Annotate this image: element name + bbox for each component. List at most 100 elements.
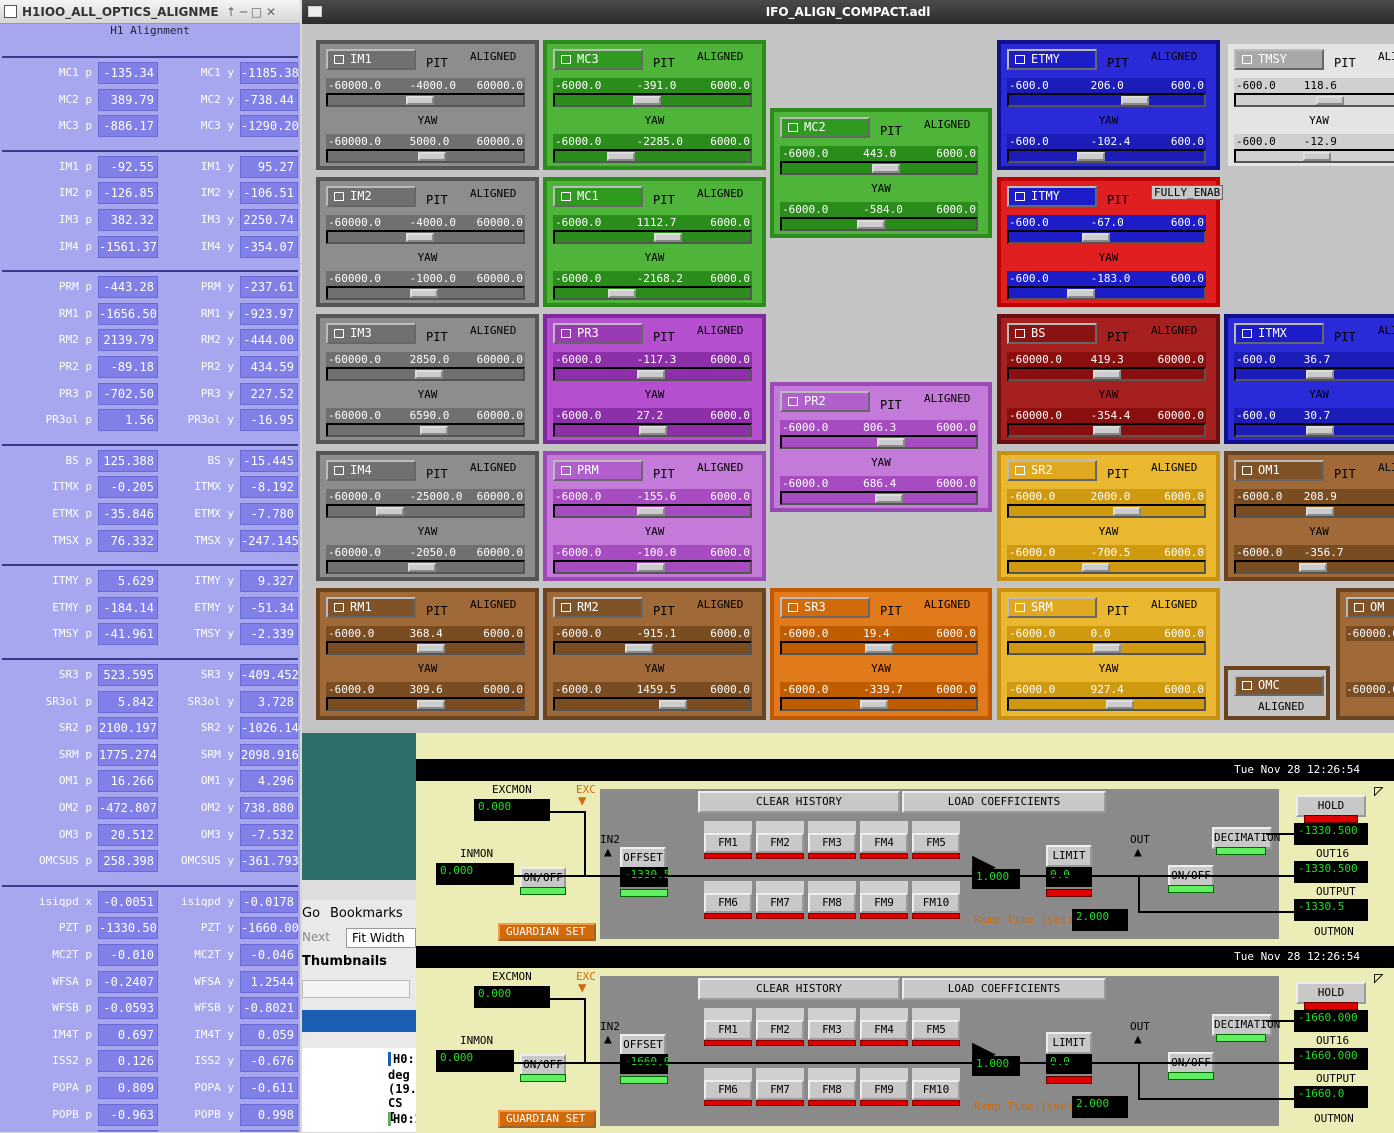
- filter-fm1[interactable]: FM1: [704, 821, 752, 859]
- pit-thumb[interactable]: [376, 507, 404, 516]
- filter-fm9[interactable]: FM9: [860, 881, 908, 919]
- yaw-track[interactable]: [780, 491, 978, 505]
- pit-track[interactable]: [553, 93, 752, 107]
- pit-slider[interactable]: -60000.0 -25000.0 60000.0: [326, 489, 525, 519]
- pit-slider[interactable]: -600.0 -67.0 600.0: [1007, 215, 1206, 245]
- pit-thumb[interactable]: [417, 644, 445, 653]
- pit-thumb[interactable]: [415, 370, 443, 379]
- pit-track[interactable]: [326, 93, 525, 107]
- pit-track[interactable]: [780, 435, 978, 449]
- yaw-slider[interactable]: -6000.0 -356.7: [1234, 545, 1394, 575]
- optic-button-im2[interactable]: IM2: [326, 186, 416, 207]
- yaw-track[interactable]: [326, 560, 525, 574]
- pdf-search-field[interactable]: [302, 980, 410, 998]
- pit-track[interactable]: [1234, 367, 1394, 381]
- yaw-slider[interactable]: -60000.0 6590.0 60000.0: [326, 408, 525, 438]
- fm-button[interactable]: FM9: [860, 893, 908, 913]
- yaw-thumb[interactable]: [1299, 563, 1327, 572]
- optic-button-sr3[interactable]: SR3: [780, 597, 870, 618]
- yaw-slider[interactable]: -600.0 -102.4 600.0: [1007, 134, 1206, 164]
- yaw-thumb[interactable]: [418, 152, 446, 161]
- alignment-window-titlebar[interactable]: H1IOO_ALL_OPTICS_ALIGNME ↑ ─ □ ✕: [0, 0, 300, 24]
- pit-slider[interactable]: -6000.0 -155.6 6000.0: [553, 489, 752, 519]
- offset-button[interactable]: OFFSET: [620, 847, 666, 869]
- window-controls-icon[interactable]: ↑ ─ □ ✕: [226, 0, 276, 23]
- yaw-slider[interactable]: -60000.0 -2050.0 60000.0: [326, 545, 525, 575]
- filter-fm2[interactable]: FM2: [756, 821, 804, 859]
- filter-fm1[interactable]: FM1: [704, 1008, 752, 1046]
- yaw-thumb[interactable]: [417, 700, 445, 709]
- zoom-select[interactable]: Fit Width: [346, 928, 416, 948]
- fm-button[interactable]: FM7: [756, 1080, 804, 1100]
- pit-thumb[interactable]: [1306, 370, 1334, 379]
- pit-track[interactable]: [1007, 504, 1206, 518]
- optic-button-omc[interactable]: OMC: [1234, 675, 1324, 696]
- filter-fm3[interactable]: FM3: [808, 1008, 856, 1046]
- pit-thumb[interactable]: [406, 233, 434, 242]
- optic-button-bs[interactable]: BS: [1007, 323, 1097, 344]
- filter-fm6[interactable]: FM6: [704, 881, 752, 919]
- pit-slider[interactable]: -60000.0 -4000.0 60000.0: [326, 78, 525, 108]
- yaw-thumb[interactable]: [420, 426, 448, 435]
- fm-button[interactable]: FM2: [756, 1020, 804, 1040]
- fm-button[interactable]: FM1: [704, 1020, 752, 1040]
- yaw-slider[interactable]: -600.0 30.7: [1234, 408, 1394, 438]
- pit-track[interactable]: [1007, 230, 1206, 244]
- yaw-slider[interactable]: -6000.0 27.2 6000.0: [553, 408, 752, 438]
- pit-thumb[interactable]: [1306, 507, 1334, 516]
- filter-fm5[interactable]: FM5: [912, 821, 960, 859]
- pit-thumb[interactable]: [1113, 507, 1141, 516]
- limit-button[interactable]: LIMIT: [1046, 845, 1092, 867]
- yaw-thumb[interactable]: [1093, 426, 1121, 435]
- pit-slider[interactable]: -6000.0 -391.0 6000.0: [553, 78, 752, 108]
- yaw-track[interactable]: [1234, 423, 1394, 437]
- window-menu-icon[interactable]: [308, 6, 322, 17]
- input-onoff-button[interactable]: ON/OFF: [520, 867, 566, 889]
- yaw-track[interactable]: [326, 697, 525, 711]
- fm-button[interactable]: FM2: [756, 833, 804, 853]
- yaw-slider[interactable]: -6000.0 -584.0 6000.0: [780, 202, 978, 232]
- pit-track[interactable]: [326, 641, 525, 655]
- yaw-thumb[interactable]: [1303, 152, 1331, 161]
- filter-fm9[interactable]: FM9: [860, 1068, 908, 1106]
- yaw-thumb[interactable]: [860, 700, 888, 709]
- ramp-time-value[interactable]: 2.000: [1072, 1096, 1128, 1118]
- yaw-track[interactable]: [780, 217, 978, 231]
- optic-button-srm[interactable]: SRM: [1007, 597, 1097, 618]
- yaw-track[interactable]: [326, 286, 525, 300]
- fm-button[interactable]: FM8: [808, 1080, 856, 1100]
- hold-output-button[interactable]: HOLD OUTPUT: [1296, 982, 1366, 1017]
- pit-slider[interactable]: -6000.0 0.0 6000.0: [1007, 626, 1206, 656]
- decimation-button[interactable]: DECIMATION: [1212, 1014, 1280, 1036]
- yaw-slider[interactable]: -6000.0 -2285.0 6000.0: [553, 134, 752, 164]
- yaw-track[interactable]: [326, 423, 525, 437]
- optic-button-tmsy[interactable]: TMSY: [1234, 49, 1324, 70]
- yaw-track[interactable]: [1234, 560, 1394, 574]
- pit-thumb[interactable]: [633, 96, 661, 105]
- yaw-thumb[interactable]: [410, 289, 438, 298]
- pit-slider[interactable]: -6000.0 1112.7 6000.0: [553, 215, 752, 245]
- yaw-slider[interactable]: -6000.0 686.4 6000.0: [780, 476, 978, 506]
- optic-button-rm2[interactable]: RM2: [553, 597, 643, 618]
- pit-thumb[interactable]: [865, 644, 893, 653]
- yaw-slider[interactable]: -60000.0 -354.4 60000.0: [1007, 408, 1206, 438]
- filter-fm5[interactable]: FM5: [912, 1008, 960, 1046]
- menu-bookmarks[interactable]: Bookmarks: [330, 906, 403, 921]
- yaw-thumb[interactable]: [1077, 152, 1105, 161]
- pit-slider[interactable]: -60000.0 2850.0 60000.0: [326, 352, 525, 382]
- yaw-thumb[interactable]: [408, 563, 436, 572]
- filter-fm6[interactable]: FM6: [704, 1068, 752, 1106]
- fm-button[interactable]: FM9: [860, 1080, 908, 1100]
- yaw-slider[interactable]: -600.0 -12.9: [1234, 134, 1394, 164]
- pit-track[interactable]: [1007, 367, 1206, 381]
- pit-thumb[interactable]: [406, 96, 434, 105]
- filter-fm8[interactable]: FM8: [808, 1068, 856, 1106]
- yaw-slider[interactable]: -60000.0 -1000.0 60000.0: [326, 271, 525, 301]
- optic-button-prm[interactable]: PRM: [553, 460, 643, 481]
- pit-track[interactable]: [1007, 641, 1206, 655]
- yaw-track[interactable]: [1007, 149, 1206, 163]
- ifo-align-titlebar[interactable]: IFO_ALIGN_COMPACT.adl: [302, 0, 1394, 24]
- yaw-slider[interactable]: -60000.0 5000.0 60000.0: [326, 134, 525, 164]
- optic-button-mc2[interactable]: MC2: [780, 117, 870, 138]
- yaw-track[interactable]: [1007, 423, 1206, 437]
